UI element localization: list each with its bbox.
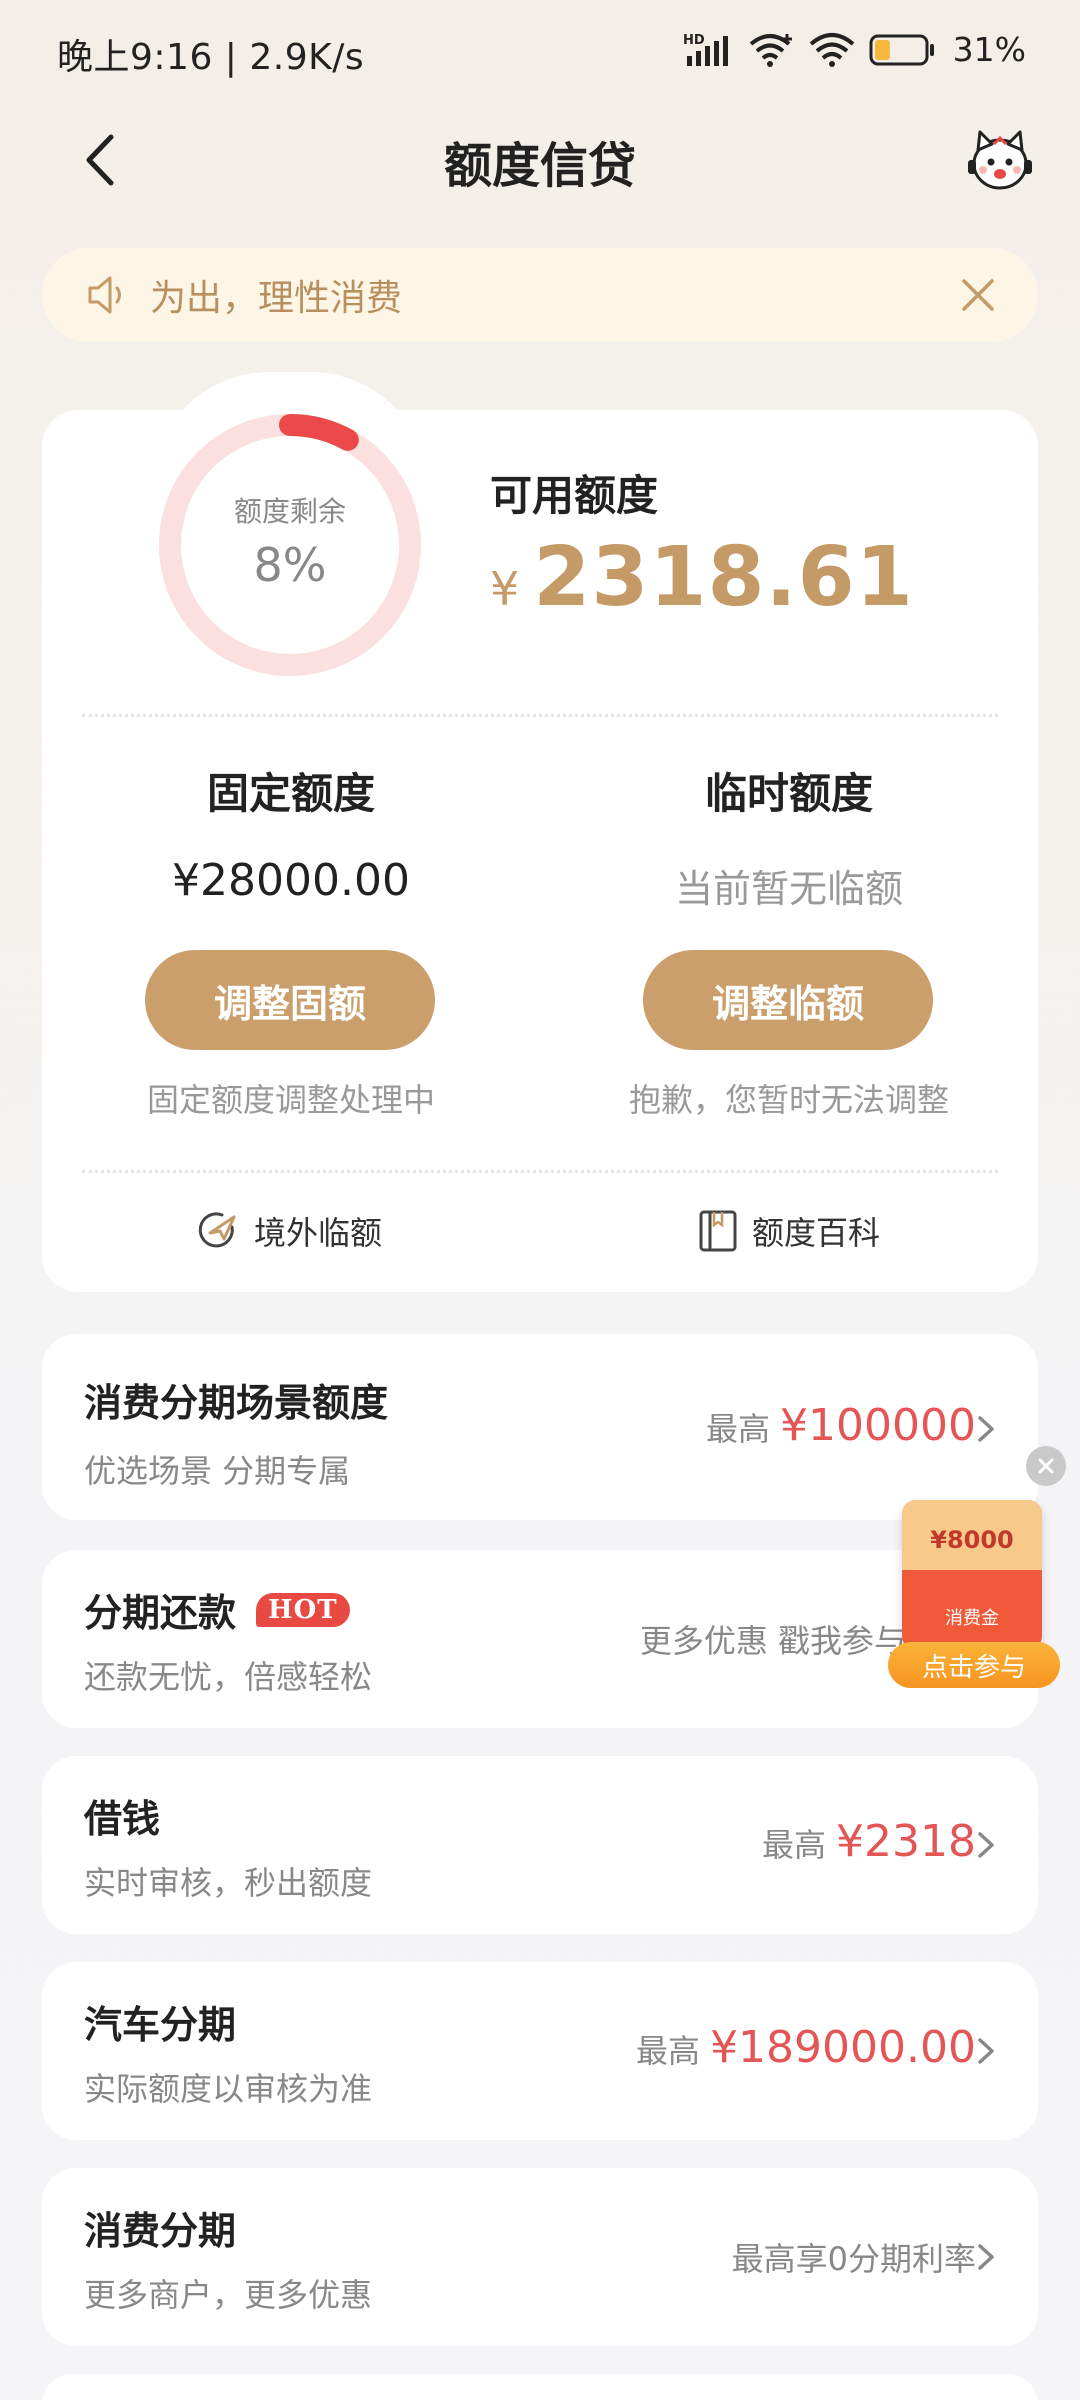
list-item-consumer-installment-scene[interactable]: 消费分期场景额度 优选场景 分期专属 最高 ¥100000: [42, 1334, 1038, 1520]
item-limit: 最高 ¥2318: [762, 1816, 976, 1867]
item-subtitle: 实时审核，秒出额度: [84, 1864, 373, 1902]
item-title-text: 分期还款: [84, 1591, 237, 1635]
item-subtitle: 还款无忧，倍感轻松: [84, 1658, 373, 1696]
promo-close-button[interactable]: [1026, 1446, 1066, 1486]
item-title: 消费分期场景额度: [84, 1372, 388, 1427]
adjust-fixed-credit-button[interactable]: 调整固额: [145, 950, 435, 1050]
item-promo-label: 更多优惠 戳我参与: [639, 1622, 906, 1660]
adjust-temporary-credit-button[interactable]: 调整临额: [643, 950, 933, 1050]
item-title: 借钱: [84, 1788, 160, 1843]
fixed-credit-note: 固定额度调整处理中: [146, 1081, 435, 1119]
temporary-credit-section: 临时额度 当前暂无临额 调整临额 抱歉，您暂时无法调整: [540, 0, 1038, 1200]
item-title: 消费分期: [84, 2200, 236, 2255]
credit-encyclopedia-label: 额度百科: [752, 1214, 881, 1252]
list-item-partial[interactable]: [42, 2374, 1038, 2400]
item-limit-value: ¥100000: [780, 1400, 976, 1451]
close-icon: [1038, 1458, 1054, 1474]
book-icon: [699, 1210, 737, 1252]
item-subtitle: 实际额度以审核为准: [84, 2070, 373, 2108]
item-title: 汽车分期: [84, 1994, 236, 2049]
item-title-text: 消费分期场景额度: [84, 1381, 389, 1425]
chevron-right-icon: [978, 2038, 994, 2064]
fixed-credit-section: 固定额度 ¥28000.00 调整固额 固定额度调整处理中: [42, 0, 540, 1200]
item-limit: 最高 ¥189000.00: [636, 2022, 976, 2073]
chevron-right-icon: [978, 1416, 994, 1442]
item-limit-value: ¥189000.00: [710, 2022, 976, 2073]
promo-label: 消费金: [945, 1608, 999, 1629]
item-subtitle: 优选场景 分期专属: [84, 1452, 351, 1490]
item-promo-text: 更多优惠 戳我参与: [640, 1616, 906, 1662]
item-title-text: 消费分期: [84, 2209, 237, 2253]
list-item-consumer-installment[interactable]: 消费分期 更多商户，更多优惠 最高享0分期利率: [42, 2168, 1038, 2346]
temporary-credit-note: 抱歉，您暂时无法调整: [628, 1081, 949, 1119]
red-envelope-icon: ¥8000 消费金: [902, 1500, 1042, 1650]
item-limit-prefix: 最高: [762, 1826, 827, 1864]
promo-join-button[interactable]: 点击参与: [888, 1642, 1060, 1688]
item-limit-value: ¥2318: [836, 1816, 976, 1867]
temporary-credit-amount: 当前暂无临额: [674, 867, 903, 911]
credit-encyclopedia-link[interactable]: 额度百科: [698, 1208, 880, 1254]
temporary-credit-title: 临时额度: [704, 769, 873, 818]
item-title-text: 借钱: [84, 1797, 161, 1841]
promo-red-envelope[interactable]: ¥8000 消费金 点击参与: [888, 1500, 1068, 1690]
item-limit: 最高 ¥100000: [706, 1400, 976, 1451]
hot-badge: HOT: [256, 1592, 350, 1627]
item-subtitle: 更多商户，更多优惠: [84, 2276, 373, 2314]
chevron-right-icon: [978, 1832, 994, 1858]
chevron-right-icon: [978, 2244, 994, 2270]
list-item-car-installment[interactable]: 汽车分期 实际额度以审核为准 最高 ¥189000.00: [42, 1962, 1038, 2140]
item-title-text: 汽车分期: [84, 2003, 237, 2047]
fixed-credit-title: 固定额度: [206, 769, 375, 818]
plane-globe-icon: [198, 1212, 236, 1248]
overseas-credit-label: 境外临额: [254, 1214, 383, 1252]
item-limit-prefix: 最高: [636, 2032, 701, 2070]
divider: [82, 1170, 998, 1173]
item-promo-text: 最高享0分期利率: [732, 2234, 976, 2280]
item-title: 分期还款 HOT: [84, 1582, 350, 1637]
fixed-credit-amount: ¥28000.00: [172, 855, 410, 906]
promo-amount: ¥8000: [930, 1526, 1014, 1554]
item-promo-label: 最高享0分期利率: [731, 2240, 976, 2278]
item-limit-prefix: 最高: [706, 1410, 771, 1448]
list-item-borrow[interactable]: 借钱 实时审核，秒出额度 最高 ¥2318: [42, 1756, 1038, 1934]
overseas-credit-link[interactable]: 境外临额: [196, 1208, 382, 1254]
